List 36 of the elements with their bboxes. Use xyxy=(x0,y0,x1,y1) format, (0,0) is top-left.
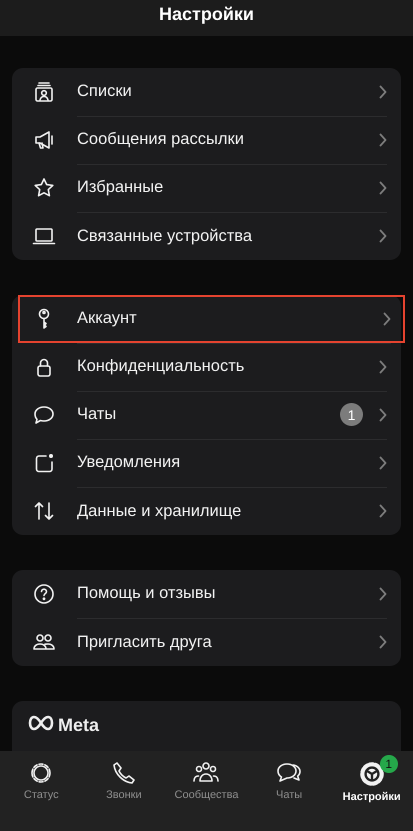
brand-name: Meta xyxy=(58,715,100,736)
chevron-icon xyxy=(379,408,387,422)
settings-item[interactable]: Сообщения рассылки xyxy=(12,116,401,164)
screen-title: Настройки xyxy=(159,4,254,25)
chevron-icon xyxy=(379,504,387,518)
chevron-icon xyxy=(379,84,387,98)
tab-bar-item[interactable]: Чаты xyxy=(248,759,330,801)
help-icon xyxy=(32,582,56,606)
settings-item[interactable]: Чаты 1 xyxy=(12,391,401,439)
tab-bar-item[interactable]: Звонки xyxy=(82,759,166,801)
chevron-icon xyxy=(379,635,387,649)
settings-item[interactable]: Конфиденциальность xyxy=(12,343,401,391)
settings-item[interactable]: Аккаунт xyxy=(18,295,405,343)
contact-list-icon xyxy=(32,80,56,104)
notification-badge: 1 xyxy=(380,755,398,773)
settings-item[interactable]: Помощь и отзывы xyxy=(12,570,401,618)
chevron-icon xyxy=(379,229,387,243)
infinity-logo-icon xyxy=(28,715,54,731)
chevron-icon xyxy=(379,586,387,600)
settings-item[interactable]: Избранные xyxy=(12,164,401,212)
chevron-icon xyxy=(379,180,387,194)
settings-item[interactable]: Списки xyxy=(12,68,401,116)
settings-item[interactable]: Связанные устройства xyxy=(12,212,401,260)
tab-bar-item[interactable]: Сообщества xyxy=(165,759,248,801)
up-down-arrows-icon xyxy=(32,499,56,523)
settings-item[interactable]: Данные и хранилище xyxy=(12,487,401,535)
tab-bar-item[interactable]: Статус xyxy=(0,759,83,801)
chevron-icon xyxy=(379,132,387,146)
megaphone-icon xyxy=(32,128,56,152)
chevron-icon xyxy=(383,312,391,326)
settings-item[interactable]: Пригласить друга xyxy=(12,618,401,666)
chevron-icon xyxy=(379,456,387,470)
unread-count: 1 xyxy=(340,403,363,426)
speech-bubble-icon xyxy=(32,403,56,427)
settings-item[interactable]: Уведомления xyxy=(12,439,401,487)
chevron-icon xyxy=(379,360,387,374)
